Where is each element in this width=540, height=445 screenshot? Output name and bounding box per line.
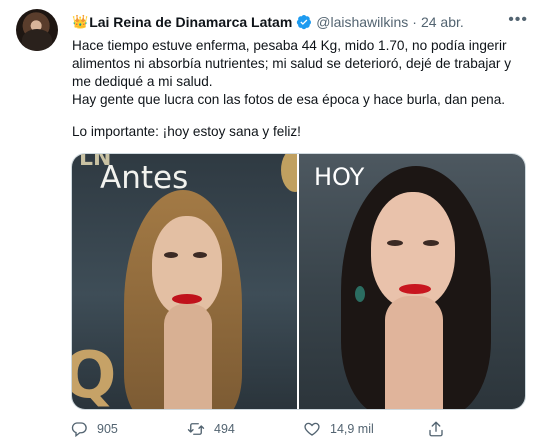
lips [172, 294, 202, 304]
author-name[interactable]: Lai Reina de Dinamarca Latam [89, 14, 292, 30]
tweet-actions: 905 494 14,9 mil [70, 420, 520, 440]
lips [399, 284, 431, 294]
share-button[interactable] [427, 420, 445, 438]
verified-badge-icon [296, 14, 312, 30]
tweet-text-line: Lo importante: ¡hoy estoy sana y feliz! [72, 124, 301, 139]
neck [385, 296, 443, 409]
tweet: 👑 Lai Reina de Dinamarca Latam @laishawi… [0, 0, 540, 445]
share-icon [427, 420, 445, 438]
tweet-text-line: Hace tiempo estuve enferma, pesaba 44 Kg… [72, 38, 512, 89]
reply-count: 905 [97, 422, 118, 436]
tweet-date[interactable]: 24 abr. [421, 14, 464, 30]
eye [387, 240, 403, 246]
like-button[interactable]: 14,9 mil [303, 420, 374, 438]
author-handle[interactable]: @laishawilkins [316, 14, 408, 30]
label-antes: Antes [100, 160, 189, 196]
neck [164, 304, 212, 409]
tweet-text: Hace tiempo estuve enferma, pesaba 44 Kg… [72, 37, 526, 141]
photo-hoy[interactable]: HOY [299, 154, 525, 409]
separator-dot: · [412, 14, 417, 30]
crown-emoji: 👑 [72, 14, 89, 29]
retweet-icon [187, 420, 205, 438]
heart-icon [303, 420, 321, 438]
backdrop-logo-shape [281, 154, 297, 192]
more-options-icon[interactable]: ••• [508, 11, 528, 29]
eye [193, 252, 207, 258]
tweet-header: 👑 Lai Reina de Dinamarca Latam @laishawi… [72, 12, 464, 32]
label-hoy: HOY [314, 163, 365, 191]
tweet-text-line: Hay gente que lucra con las fotos de esa… [72, 92, 506, 107]
reply-button[interactable]: 905 [70, 420, 118, 438]
earring [355, 286, 365, 302]
eye [164, 252, 178, 258]
backdrop-logo-letter: Q [72, 339, 116, 409]
avatar-shoulders [22, 29, 52, 51]
photo-before[interactable]: LN Q Antes [72, 154, 297, 409]
retweet-button[interactable]: 494 [187, 420, 235, 438]
retweet-count: 494 [214, 422, 235, 436]
reply-icon [70, 420, 88, 438]
avatar[interactable] [16, 9, 58, 51]
eye [423, 240, 439, 246]
like-count: 14,9 mil [330, 422, 374, 436]
tweet-media[interactable]: LN Q Antes HOY [71, 153, 526, 410]
